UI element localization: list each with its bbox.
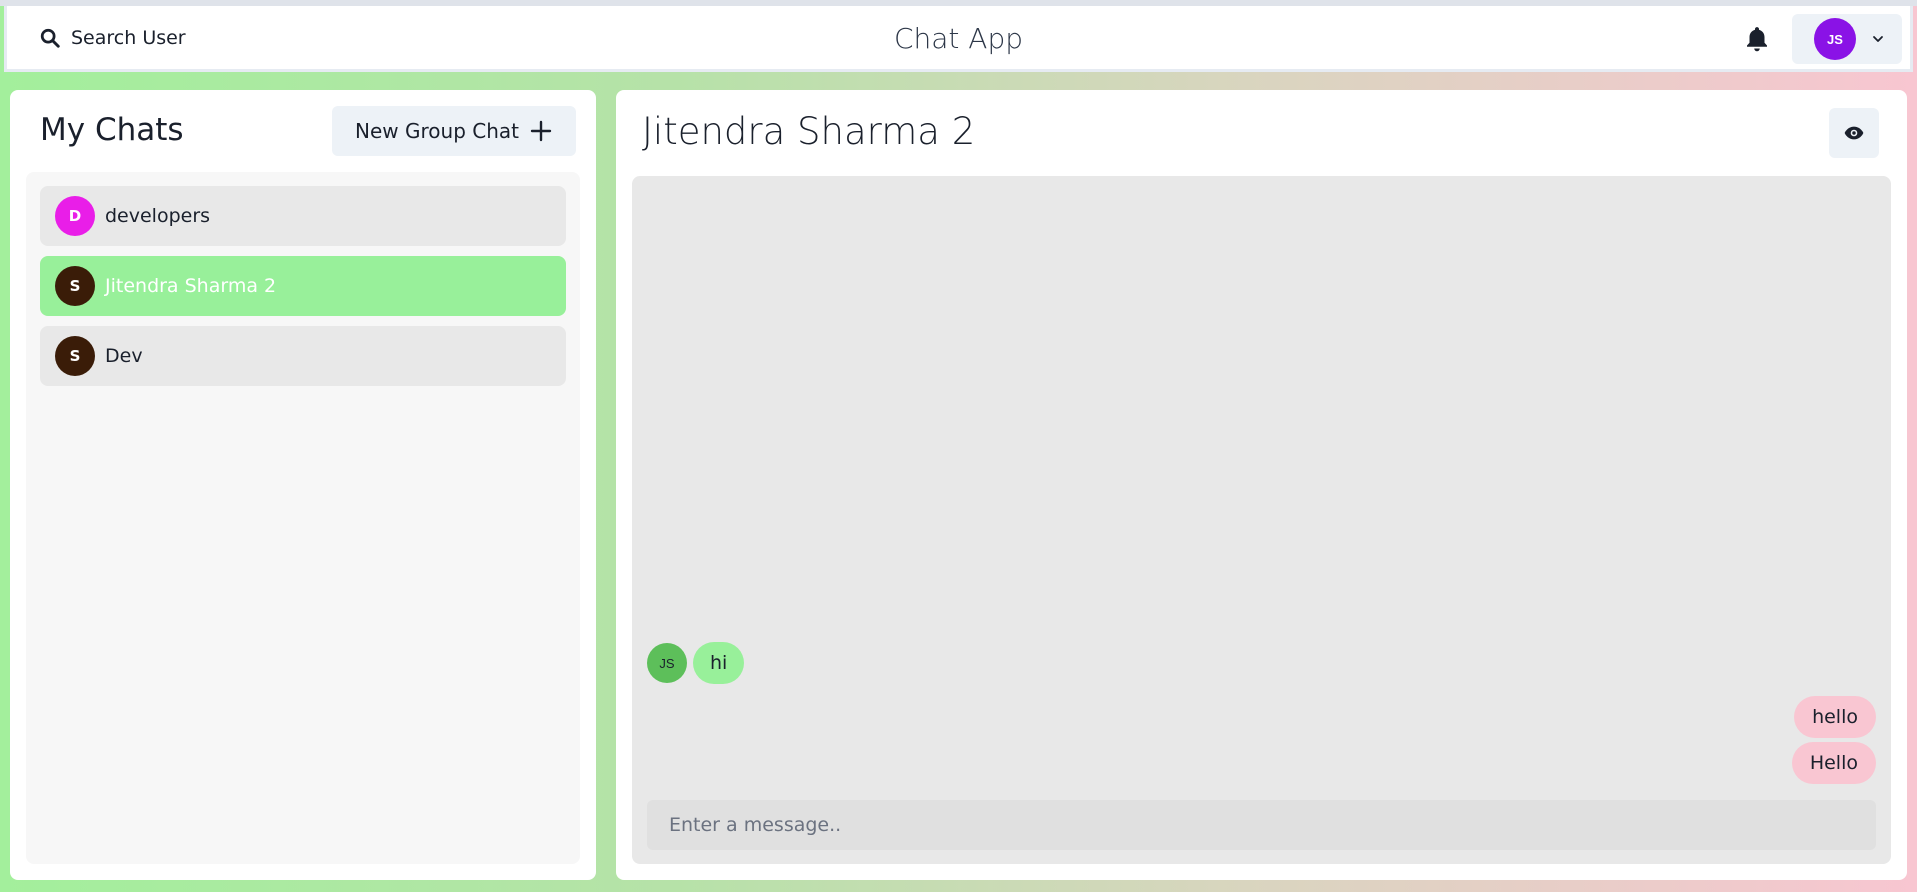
chat-name: Jitendra Sharma 2	[105, 275, 277, 297]
message-input[interactable]	[647, 800, 1876, 850]
chat-item-dev[interactable]: S Dev	[40, 326, 566, 386]
eye-icon	[1844, 126, 1864, 140]
chat-list: D developers S Jitendra Sharma 2 S Dev	[26, 172, 580, 864]
chat-avatar: D	[55, 196, 95, 236]
chat-item-jitendra-sharma-2[interactable]: S Jitendra Sharma 2	[40, 256, 566, 316]
conversation-title: Jitendra Sharma 2	[642, 110, 976, 153]
message-bubble-received: hi	[693, 642, 745, 684]
chat-item-developers[interactable]: D developers	[40, 186, 566, 246]
chevron-down-icon	[1873, 36, 1883, 42]
new-group-chat-label: New Group Chat	[355, 119, 519, 143]
app-title: Chat App	[893, 22, 1024, 55]
chat-name: Dev	[105, 345, 143, 367]
plus-icon	[530, 120, 552, 142]
message-bubble-sent: Hello	[1791, 742, 1876, 784]
sender-avatar: JS	[647, 643, 687, 683]
conversation-panel: Jitendra Sharma 2 JS hi hello Hello	[616, 90, 1907, 880]
chat-avatar: S	[55, 266, 95, 306]
new-group-chat-button[interactable]: New Group Chat	[332, 106, 576, 156]
profile-avatar: JS	[1814, 18, 1856, 60]
notification-bell-icon[interactable]	[1742, 24, 1772, 54]
chat-name: developers	[105, 205, 211, 227]
message-row-received: JS hi	[647, 642, 745, 684]
my-chats-panel: My Chats New Group Chat D developers S J…	[10, 90, 596, 880]
app-header: Search User Chat App JS	[4, 6, 1913, 72]
messages-area[interactable]: JS hi hello Hello	[632, 176, 1891, 864]
message-bubble-sent: hello	[1794, 696, 1876, 738]
view-profile-button[interactable]	[1829, 108, 1879, 158]
my-chats-title: My Chats	[40, 112, 184, 148]
chat-avatar: S	[55, 336, 95, 376]
profile-menu-button[interactable]: JS	[1792, 14, 1902, 64]
